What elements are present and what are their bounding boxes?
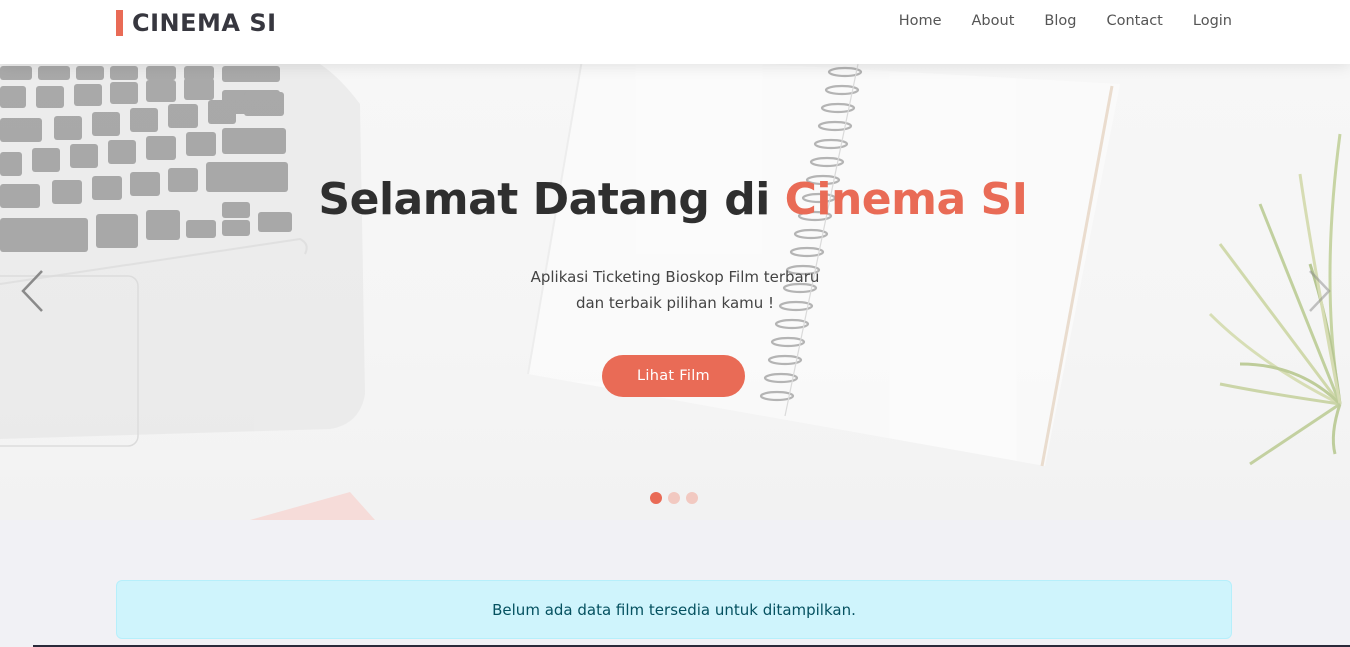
hero-carousel: Selamat Datang di Cinema SI Aplikasi Tic… <box>0 64 1350 520</box>
carousel-indicator-1[interactable] <box>650 492 662 504</box>
carousel-prev-button[interactable] <box>18 269 48 313</box>
brand-name: CINEMA SI <box>132 8 277 37</box>
carousel-indicator-2[interactable] <box>668 492 680 504</box>
carousel-next-button[interactable] <box>1304 269 1334 313</box>
nav-item-blog[interactable]: Blog <box>1044 12 1076 30</box>
nav-item-about[interactable]: About <box>972 12 1015 30</box>
chevron-left-icon <box>21 270 43 312</box>
carousel-indicators <box>650 492 704 504</box>
chevron-right-icon <box>1309 270 1331 312</box>
hero-subtitle: Aplikasi Ticketing Bioskop Film terbaru … <box>0 264 1350 316</box>
brand-logo[interactable]: CINEMA SI <box>116 8 277 37</box>
hero-caption: Selamat Datang di Cinema SI Aplikasi Tic… <box>0 64 1350 520</box>
hero-title: Selamat Datang di Cinema SI <box>0 174 1346 225</box>
site-header: CINEMA SI Home About Blog Contact Login <box>0 0 1350 64</box>
film-list-section: Belum ada data film tersedia untuk ditam… <box>0 520 1350 647</box>
hero-title-prefix: Selamat Datang di <box>318 174 785 225</box>
nav-item-contact[interactable]: Contact <box>1106 12 1162 30</box>
main-nav: Home About Blog Contact Login <box>869 12 1232 30</box>
lihat-film-button[interactable]: Lihat Film <box>602 355 745 397</box>
alert-message: Belum ada data film tersedia untuk ditam… <box>492 600 856 619</box>
hero-subtitle-line2: dan terbaik pilihan kamu ! <box>575 294 775 312</box>
empty-films-alert: Belum ada data film tersedia untuk ditam… <box>116 580 1232 639</box>
carousel-indicator-3[interactable] <box>686 492 698 504</box>
hero-subtitle-line1: Aplikasi Ticketing Bioskop Film terbaru <box>530 268 820 286</box>
hero-title-accent: Cinema SI <box>784 174 1028 225</box>
nav-item-login[interactable]: Login <box>1193 12 1232 30</box>
logo-accent-bar <box>116 9 123 36</box>
nav-item-home[interactable]: Home <box>899 12 942 30</box>
